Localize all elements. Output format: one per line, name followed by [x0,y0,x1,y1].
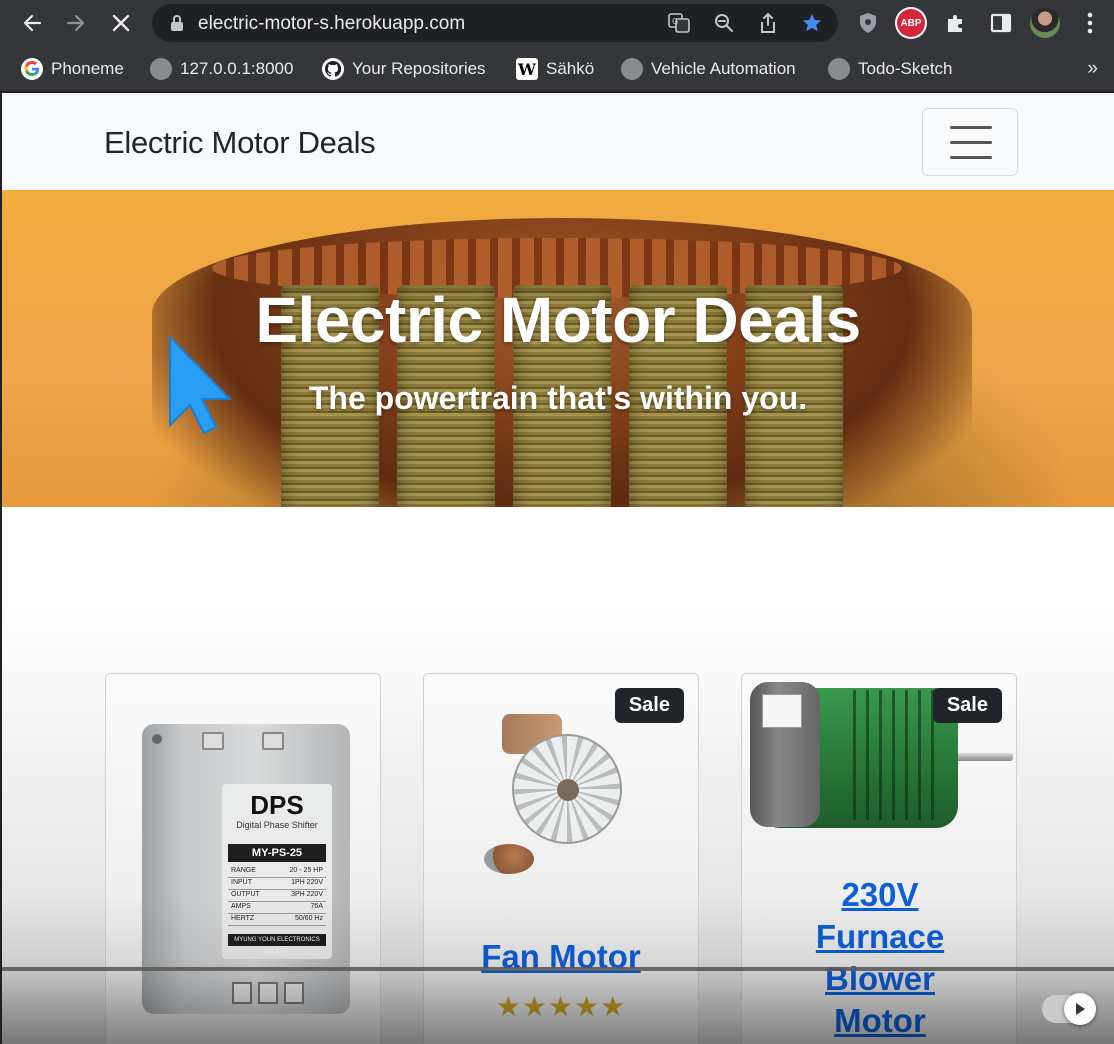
dps-spec-row: INPUT 1PH 220V [228,878,326,890]
mouse-cursor-icon [169,335,233,435]
dps-spec-row: OUTPUT 3PH 220V [228,890,326,902]
site-navbar: Electric Motor Deals [2,93,1114,190]
github-icon [322,58,344,80]
bookmark-todo-sketch[interactable]: Todo-Sketch [828,56,953,82]
bookmark-label: 127.0.0.1:8000 [180,59,294,78]
globe-icon [828,58,850,80]
hamburger-icon [950,126,992,129]
share-icon[interactable] [756,12,780,34]
fan-part-image [484,844,534,874]
translate-icon[interactable]: G [667,12,691,34]
product-name-link[interactable]: Fan Motor [424,936,698,978]
video-scrubber-bar[interactable] [2,967,1114,971]
rating-stars-icon: ★★★★★ [495,991,627,1022]
bookmark-star-icon[interactable] [800,12,824,34]
adblock-icon[interactable]: ABP [895,7,927,39]
bookmark-label: Sähkö [546,59,595,78]
hamburger-icon [950,141,992,144]
zoom-icon[interactable] [712,12,736,34]
address-bar[interactable]: electric-motor-s.herokuapp.com G [152,4,838,42]
sale-badge: Sale [932,688,1002,723]
bookmark-label: Todo-Sketch [858,59,953,78]
adblock-label: ABP [897,9,925,37]
globe-icon [150,58,172,80]
dps-label-panel: DPS Digital Phase Shifter MY-PS-25 RANGE… [222,784,332,959]
dps-spec-row: RANGE 20 - 25 HP [228,866,326,878]
wikipedia-icon: W [516,58,538,80]
browser-window: electric-motor-s.herokuapp.com G ABP Pho… [0,0,1114,1044]
dps-spec-row: HERTZ 50/60 Hz [228,914,326,926]
dps-maker: MYUNG YOUN ELECTRONICS CO.,LTD. [228,934,326,955]
product-name-link[interactable]: 230V Furnace Blower Motor [782,874,978,1042]
hamburger-icon [950,156,992,159]
page-viewport: Electric Motor Deals Electric Motor Deal… [2,93,1114,1044]
hero-banner: Electric Motor Deals The powertrain that… [2,190,1114,507]
profile-avatar[interactable] [1029,7,1061,39]
bookmarks-overflow-button[interactable]: » [1087,58,1098,80]
browser-toolbar: electric-motor-s.herokuapp.com G ABP [0,0,1114,47]
bookmark-vehicle-automation[interactable]: Vehicle Automation [621,56,796,82]
bookmark-label: Your Repositories [352,59,486,78]
forward-icon[interactable] [61,8,91,38]
bookmarks-bar: Phoneme 127.0.0.1:8000 Your Repositories… [0,47,1114,92]
products-section: DPS Digital Phase Shifter MY-PS-25 RANGE… [2,507,1114,1044]
bookmark-label: Vehicle Automation [651,59,796,78]
menu-kebab-icon[interactable] [1074,7,1106,39]
url-text[interactable]: electric-motor-s.herokuapp.com [198,13,465,35]
bookmark-your-repositories[interactable]: Your Repositories [322,56,486,82]
globe-icon [621,58,643,80]
product-card[interactable]: DPS Digital Phase Shifter MY-PS-25 RANGE… [105,673,381,1044]
dps-model: MY-PS-25 [228,844,326,862]
bookmark-sahko[interactable]: W Sähkö [516,56,594,82]
stop-loading-icon[interactable] [106,8,136,38]
back-icon[interactable] [17,8,47,38]
shield-extension-icon[interactable] [852,7,884,39]
navbar-brand[interactable]: Electric Motor Deals [104,125,376,161]
dps-subtitle: Digital Phase Shifter [236,820,318,830]
dps-logo: DPS [250,790,304,820]
svg-text:G: G [672,17,678,26]
product-card[interactable]: Sale Fan Motor ★★★★★ [423,673,699,1044]
navbar-toggler-button[interactable] [922,108,1018,176]
dps-spec-table: RANGE 20 - 25 HP INPUT 1PH 220V OUTPUT 3PH … [228,866,326,926]
autoplay-toggle[interactable] [1042,993,1096,1025]
bookmark-phoneme[interactable]: Phoneme [21,56,124,82]
product-card[interactable]: Sale 230V Furnace Blower Motor [741,673,1017,1044]
extensions-puzzle-icon[interactable] [940,7,972,39]
bookmark-localhost[interactable]: 127.0.0.1:8000 [150,56,293,82]
bookmark-label: Phoneme [51,59,124,78]
sale-badge: Sale [614,688,684,723]
side-panel-icon[interactable] [985,7,1017,39]
product-image[interactable] [502,714,632,854]
play-icon [1064,993,1096,1025]
google-icon [21,58,43,80]
dps-spec-row: AMPS 76A [228,902,326,914]
lock-icon[interactable] [170,14,184,37]
